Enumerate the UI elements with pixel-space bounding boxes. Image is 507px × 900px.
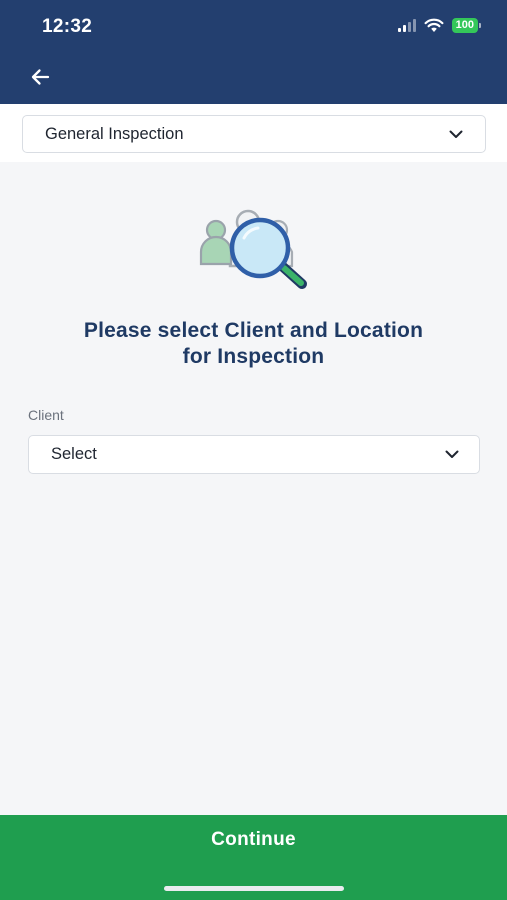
continue-button[interactable]: Continue [0, 815, 507, 900]
inspection-type-select[interactable]: General Inspection [22, 115, 486, 153]
cellular-signal-icon [397, 19, 416, 32]
home-indicator [164, 886, 344, 891]
status-icons: 100 [397, 18, 481, 33]
app-header: 12:32 100 [0, 0, 507, 104]
page-title-line1: Please select Client and Location [83, 319, 424, 342]
continue-button-label: Continue [211, 829, 296, 850]
battery-icon: 100 [451, 18, 481, 33]
client-select[interactable]: Select [28, 435, 480, 474]
wifi-icon [424, 18, 444, 32]
inspection-type-bar: General Inspection [0, 104, 507, 162]
inspection-type-value: General Inspection [45, 124, 184, 143]
page-title: Please select Client and Location for In… [20, 318, 487, 370]
client-select-value: Select [51, 445, 97, 463]
page-title-line2: for Inspection [182, 345, 325, 368]
status-time: 12:32 [42, 16, 93, 37]
back-button[interactable] [26, 63, 54, 91]
people-search-icon [199, 209, 307, 289]
chevron-down-icon [445, 450, 459, 458]
chevron-down-icon [449, 130, 463, 138]
client-label: Client [28, 407, 64, 423]
arrow-left-icon [31, 69, 50, 85]
battery-level: 100 [451, 18, 478, 33]
